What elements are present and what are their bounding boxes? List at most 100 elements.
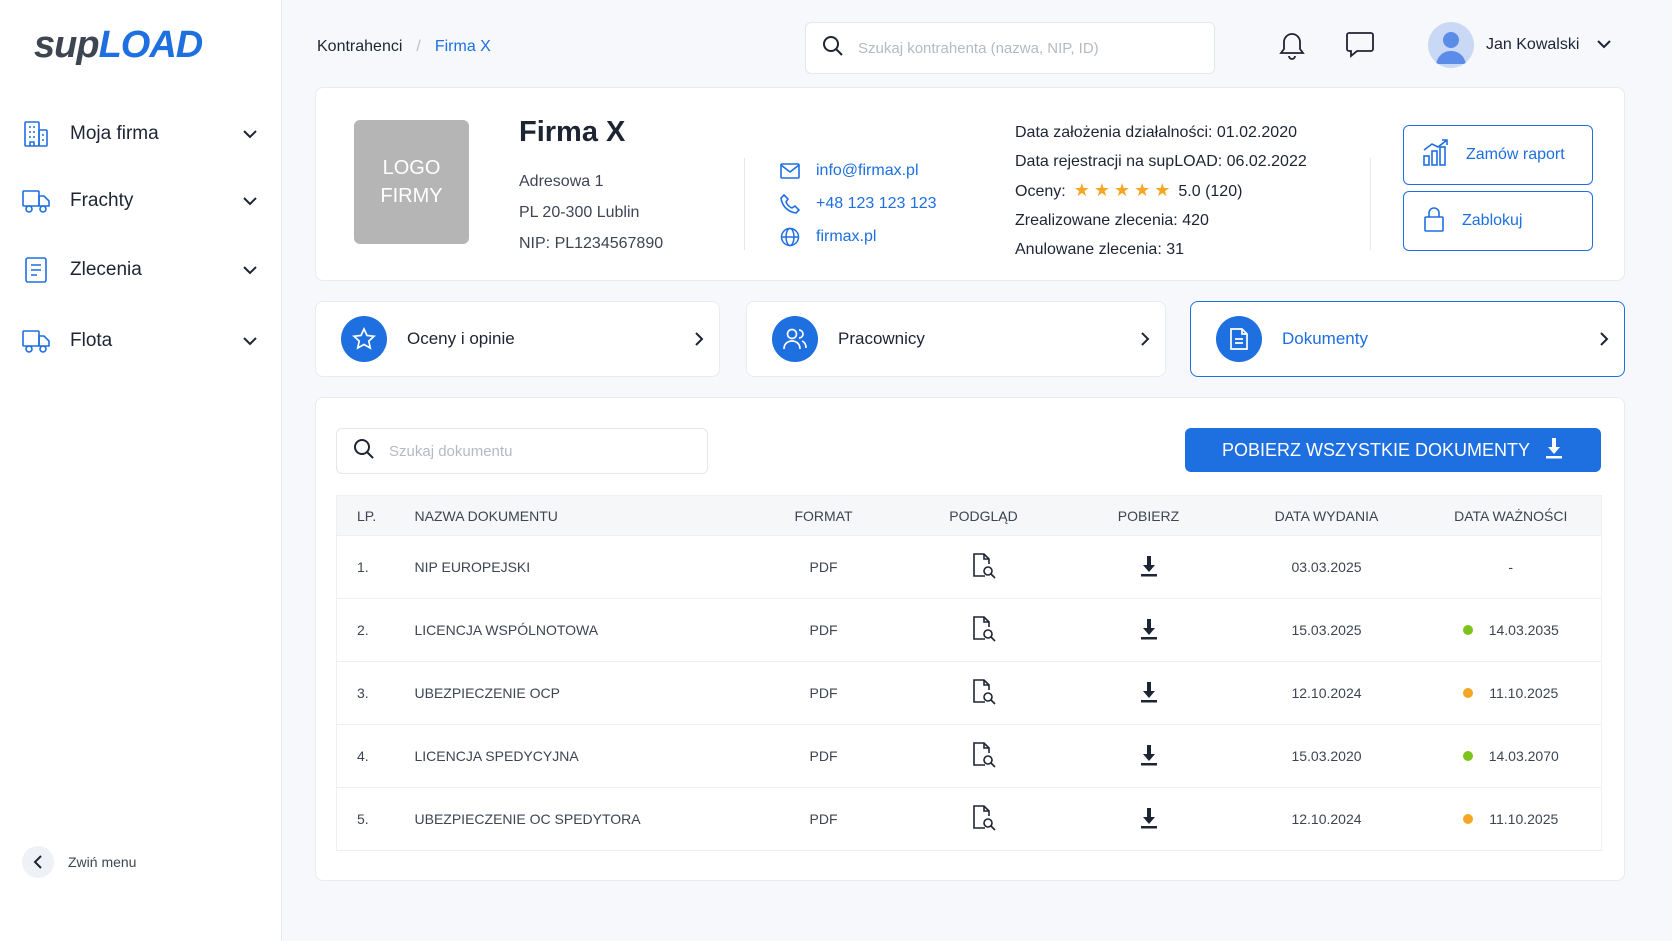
search-icon: [822, 35, 844, 62]
document-format: PDF: [809, 748, 838, 764]
document-icon: [20, 254, 52, 286]
download-icon[interactable]: [1139, 555, 1159, 580]
table-row: 5. UBEZPIECZENIE OC SPEDYTORA PDF 12.10.…: [336, 787, 1602, 851]
preview-icon[interactable]: [971, 741, 997, 772]
chat-icon: [1345, 30, 1375, 63]
tile-documents[interactable]: Dokumenty: [1190, 301, 1625, 377]
sidebar-item-frachty[interactable]: Frachty: [20, 181, 260, 221]
company-stats: Data założenia działalności: 01.02.2020 …: [1015, 118, 1307, 264]
download-icon[interactable]: [1139, 618, 1159, 643]
column-header: FORMAT: [794, 507, 853, 524]
building-icon: [20, 118, 52, 150]
row-number: 5.: [357, 811, 369, 827]
order-report-label: Zamów raport: [1466, 146, 1565, 163]
chevron-down-icon: [240, 260, 260, 280]
users-icon: [772, 316, 818, 362]
messages-button[interactable]: [1342, 28, 1378, 64]
table-row: 3. UBEZPIECZENIE OCP PDF 12.10.2024 11.1…: [336, 661, 1602, 725]
chevron-right-icon: [1125, 331, 1165, 347]
document-name: UBEZPIECZENIE OCP: [414, 685, 560, 701]
download-icon[interactable]: [1139, 681, 1159, 706]
cancelled-value: 31: [1166, 241, 1185, 258]
collapse-menu-label: Zwiń menu: [68, 854, 137, 870]
registered-label: Data rejestracji na supLOAD:: [1015, 153, 1223, 170]
phone-link[interactable]: +48 123 123 123: [816, 195, 937, 213]
download-all-button[interactable]: POBIERZ WSZYSTKIE DOKUMENTY: [1185, 428, 1601, 472]
website-contact[interactable]: firmax.pl: [778, 220, 937, 253]
notifications-button[interactable]: [1274, 30, 1310, 66]
download-icon: [1544, 437, 1564, 464]
document-search-input[interactable]: [389, 442, 689, 460]
contractor-search[interactable]: [805, 22, 1215, 74]
truck-icon: [20, 185, 52, 217]
tile-label: Dokumenty: [1282, 329, 1368, 348]
app-logo[interactable]: supLOAD: [34, 24, 203, 67]
sidebar-item-label: Frachty: [70, 190, 134, 211]
table-row: 2. LICENCJA WSPÓLNOTOWA PDF 15.03.2025 1…: [336, 598, 1602, 662]
sidebar-item-moja-firma[interactable]: Moja firma: [20, 114, 260, 154]
download-all-label: POBIERZ WSZYSTKIE DOKUMENTY: [1221, 439, 1531, 460]
tile-ratings[interactable]: Oceny i opinie: [315, 301, 720, 377]
document-format: PDF: [809, 685, 838, 701]
expiry-date: -: [1508, 559, 1514, 575]
chevron-down-icon: [1596, 36, 1612, 54]
document-name: NIP EUROPEJSKI: [414, 559, 531, 575]
download-icon[interactable]: [1139, 744, 1159, 769]
chevron-right-icon: [679, 331, 719, 347]
star-icon: [341, 316, 387, 362]
order-report-button[interactable]: Zamów raport: [1403, 125, 1593, 185]
email-link[interactable]: info@firmax.pl: [816, 162, 919, 180]
sidebar-item-label: Zlecenia: [70, 259, 142, 280]
search-input[interactable]: [858, 39, 1178, 57]
chevron-down-icon: [240, 191, 260, 211]
block-button[interactable]: Zablokuj: [1403, 191, 1593, 251]
tile-employees[interactable]: Pracownicy: [746, 301, 1166, 377]
row-number: 4.: [357, 748, 369, 764]
breadcrumb-parent[interactable]: Kontrahenci: [317, 38, 402, 56]
user-menu[interactable]: Jan Kowalski: [1428, 22, 1612, 68]
document-search[interactable]: [336, 428, 708, 474]
tile-label: Oceny i opinie: [407, 329, 515, 348]
download-icon[interactable]: [1139, 807, 1159, 832]
sidebar-item-label: Moja firma: [70, 123, 159, 144]
preview-icon[interactable]: [971, 615, 997, 646]
chevron-down-icon: [240, 331, 260, 351]
sidebar-item-flota[interactable]: Flota: [20, 321, 260, 361]
breadcrumb-current[interactable]: Firma X: [435, 38, 491, 56]
website-link[interactable]: firmax.pl: [816, 228, 876, 246]
phone-icon: [778, 193, 802, 214]
status-dot-expiring: [1463, 814, 1474, 824]
rating-label: Oceny:: [1015, 183, 1066, 200]
column-header: LP.: [357, 507, 377, 524]
table-header: LP. NAZWA DOKUMENTU FORMAT PODGLĄD POBIE…: [336, 495, 1602, 536]
address-line-1: Adresowa 1: [519, 173, 604, 190]
column-header: PODGLĄD: [949, 507, 1018, 524]
email-contact[interactable]: info@firmax.pl: [778, 154, 937, 187]
completed-label: Zrealizowane zlecenia:: [1015, 212, 1178, 229]
expiry-date: 11.10.2025: [1489, 685, 1559, 701]
preview-icon[interactable]: [971, 804, 997, 835]
cancelled-label: Anulowane zlecenia:: [1015, 241, 1162, 258]
column-header: POBIERZ: [1117, 507, 1180, 524]
row-number: 2.: [357, 622, 369, 638]
breadcrumb-separator: /: [416, 38, 421, 55]
expiry-date: 11.10.2025: [1489, 811, 1559, 827]
documents-panel: POBIERZ WSZYSTKIE DOKUMENTY LP. NAZWA DO…: [315, 397, 1625, 881]
phone-contact[interactable]: +48 123 123 123: [778, 187, 937, 220]
company-logo-placeholder: LOGO FIRMY: [354, 120, 469, 244]
avatar: [1428, 22, 1474, 68]
row-number: 1.: [357, 559, 369, 575]
preview-icon[interactable]: [971, 678, 997, 709]
documents-table: LP. NAZWA DOKUMENTU FORMAT PODGLĄD POBIE…: [336, 495, 1602, 851]
truck-icon: [20, 325, 52, 357]
divider: [744, 158, 745, 250]
globe-icon: [778, 227, 802, 247]
sidebar-item-zlecenia[interactable]: Zlecenia: [20, 250, 260, 290]
collapse-menu-button[interactable]: Zwiń menu: [22, 846, 136, 878]
preview-icon[interactable]: [971, 552, 997, 583]
tile-label: Pracownicy: [838, 329, 925, 348]
rating-stars: ★★★★★: [1073, 180, 1175, 200]
company-nip: NIP: PL1234567890: [519, 235, 664, 252]
company-name: Firma X: [519, 116, 626, 148]
issue-date: 12.10.2024: [1291, 685, 1362, 701]
